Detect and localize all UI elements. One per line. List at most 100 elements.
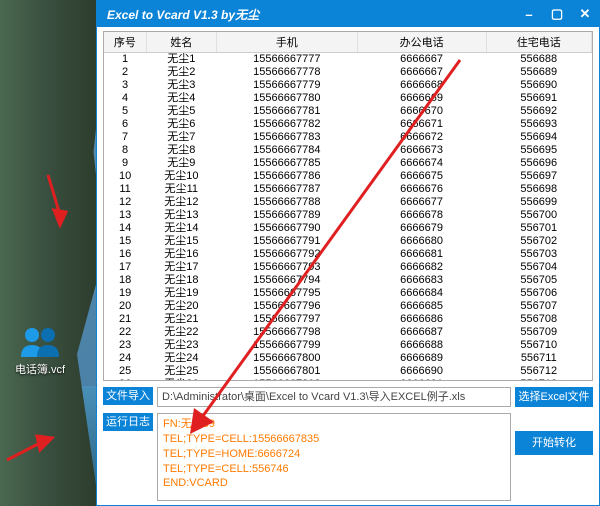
cell: 无尘12 xyxy=(146,196,216,209)
cell: 15 xyxy=(104,235,146,248)
table-row[interactable]: 24无尘24155666678006666689556711 xyxy=(104,352,592,365)
table-row[interactable]: 18无尘18155666677946666683556705 xyxy=(104,274,592,287)
col-workphone[interactable]: 办公电话 xyxy=(357,32,486,53)
annotation-arrow-right xyxy=(2,430,62,470)
cell: 10 xyxy=(104,170,146,183)
table-row[interactable]: 11无尘11155666677876666676556698 xyxy=(104,183,592,196)
table-row[interactable]: 7无尘7155666677836666672556694 xyxy=(104,131,592,144)
cell: 556695 xyxy=(486,144,591,157)
col-index[interactable]: 序号 xyxy=(104,32,146,53)
maximize-button[interactable]: ▢ xyxy=(543,1,571,27)
table-row[interactable]: 6无尘6155666677826666671556693 xyxy=(104,118,592,131)
cell: 无尘11 xyxy=(146,183,216,196)
table-row[interactable]: 23无尘23155666677996666688556710 xyxy=(104,339,592,352)
table-row[interactable]: 13无尘13155666677896666678556700 xyxy=(104,209,592,222)
cell: 无尘2 xyxy=(146,66,216,79)
table-row[interactable]: 2无尘2155666677786666667556689 xyxy=(104,66,592,79)
col-cellphone[interactable]: 手机 xyxy=(217,32,358,53)
cell: 6666678 xyxy=(357,209,486,222)
cell: 556689 xyxy=(486,66,591,79)
table-row[interactable]: 12无尘12155666677886666677556699 xyxy=(104,196,592,209)
cell: 无尘22 xyxy=(146,326,216,339)
table-row[interactable]: 16无尘16155666677926666681556703 xyxy=(104,248,592,261)
table-row[interactable]: 14无尘14155666677906666679556701 xyxy=(104,222,592,235)
cell: 6666668 xyxy=(357,79,486,92)
cell: 556706 xyxy=(486,287,591,300)
table-row[interactable]: 20无尘20155666677966666685556707 xyxy=(104,300,592,313)
cell: 9 xyxy=(104,157,146,170)
cell: 556693 xyxy=(486,118,591,131)
choose-excel-button[interactable]: 选择Excel文件 xyxy=(515,387,593,407)
cell: 无尘13 xyxy=(146,209,216,222)
cell: 4 xyxy=(104,92,146,105)
app-window: Excel to Vcard V1.3 by无尘 – ▢ ✕ 序号 姓名 手机 … xyxy=(96,0,600,506)
cell: 2 xyxy=(104,66,146,79)
cell: 26 xyxy=(104,378,146,381)
cell: 556702 xyxy=(486,235,591,248)
cell: 19 xyxy=(104,287,146,300)
table-row[interactable]: 26无尘26155666678026666691556713 xyxy=(104,378,592,381)
cell: 6666690 xyxy=(357,365,486,378)
cell: 15566667797 xyxy=(217,313,358,326)
cell: 无尘3 xyxy=(146,79,216,92)
cell: 15566667783 xyxy=(217,131,358,144)
cell: 15566667801 xyxy=(217,365,358,378)
table-row[interactable]: 15无尘15155666677916666680556702 xyxy=(104,235,592,248)
cell: 556688 xyxy=(486,53,591,67)
cell: 无尘16 xyxy=(146,248,216,261)
cell: 14 xyxy=(104,222,146,235)
minimize-button[interactable]: – xyxy=(515,1,543,27)
cell: 无尘20 xyxy=(146,300,216,313)
table-row[interactable]: 4无尘4155666677806666669556691 xyxy=(104,92,592,105)
table-row[interactable]: 19无尘19155666677956666684556706 xyxy=(104,287,592,300)
table-row[interactable]: 8无尘8155666677846666673556695 xyxy=(104,144,592,157)
table-row[interactable]: 25无尘25155666678016666690556712 xyxy=(104,365,592,378)
cell: 无尘6 xyxy=(146,118,216,131)
desktop-file-label: 电话簿.vcf xyxy=(15,364,65,376)
import-path-field[interactable]: D:\Administrator\桌面\Excel to Vcard V1.3\… xyxy=(157,387,511,407)
cell: 无尘18 xyxy=(146,274,216,287)
cell: 15566667784 xyxy=(217,144,358,157)
cell: 556707 xyxy=(486,300,591,313)
col-name[interactable]: 姓名 xyxy=(146,32,216,53)
table-row[interactable]: 5无尘5155666677816666670556692 xyxy=(104,105,592,118)
cell: 24 xyxy=(104,352,146,365)
table-row[interactable]: 3无尘3155666677796666668556690 xyxy=(104,79,592,92)
titlebar[interactable]: Excel to Vcard V1.3 by无尘 – ▢ ✕ xyxy=(97,1,599,27)
table-row[interactable]: 1无尘1155666677776666667556688 xyxy=(104,53,592,67)
desktop-file-icon[interactable]: 电话簿.vcf xyxy=(10,325,70,377)
log-row: 运行日志 FN:无尘59TEL;TYPE=CELL:15566667835TEL… xyxy=(103,413,593,501)
table-row[interactable]: 10无尘10155666677866666675556697 xyxy=(104,170,592,183)
cell: 556711 xyxy=(486,352,591,365)
col-homephone[interactable]: 住宅电话 xyxy=(486,32,591,53)
cell: 无尘24 xyxy=(146,352,216,365)
table-row[interactable]: 17无尘17155666677936666682556704 xyxy=(104,261,592,274)
table-row[interactable]: 22无尘22155666677986666687556709 xyxy=(104,326,592,339)
cell: 23 xyxy=(104,339,146,352)
cell: 无尘14 xyxy=(146,222,216,235)
cell: 无尘9 xyxy=(146,157,216,170)
cell: 15566667796 xyxy=(217,300,358,313)
start-convert-button[interactable]: 开始转化 xyxy=(515,431,593,455)
cell: 6666677 xyxy=(357,196,486,209)
cell: 无尘10 xyxy=(146,170,216,183)
cell: 17 xyxy=(104,261,146,274)
cell: 6666688 xyxy=(357,339,486,352)
cell: 20 xyxy=(104,300,146,313)
log-textarea[interactable]: FN:无尘59TEL;TYPE=CELL:15566667835TEL;TYPE… xyxy=(157,413,511,501)
cell: 5 xyxy=(104,105,146,118)
cell: 6666681 xyxy=(357,248,486,261)
cell: 无尘17 xyxy=(146,261,216,274)
cell: 22 xyxy=(104,326,146,339)
data-grid[interactable]: 序号 姓名 手机 办公电话 住宅电话 1无尘115566667777666666… xyxy=(103,31,593,381)
table-row[interactable]: 21无尘21155666677976666686556708 xyxy=(104,313,592,326)
cell: 6666680 xyxy=(357,235,486,248)
cell: 6666667 xyxy=(357,53,486,67)
cell: 15566667780 xyxy=(217,92,358,105)
cell: 15566667781 xyxy=(217,105,358,118)
cell: 556710 xyxy=(486,339,591,352)
table-row[interactable]: 9无尘9155666677856666674556696 xyxy=(104,157,592,170)
cell: 3 xyxy=(104,79,146,92)
cell: 25 xyxy=(104,365,146,378)
close-button[interactable]: ✕ xyxy=(571,1,599,27)
